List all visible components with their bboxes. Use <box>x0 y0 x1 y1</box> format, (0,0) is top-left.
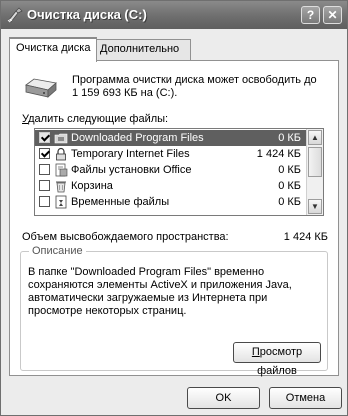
intro-text: Программа очистки диска может освободить… <box>72 74 317 99</box>
hard-drive-icon <box>25 78 57 98</box>
file-checkbox[interactable] <box>39 180 50 191</box>
file-checkbox[interactable] <box>39 196 50 207</box>
lock-icon <box>56 147 66 161</box>
space-label: Объем высвобождаемого пространства: <box>22 231 229 243</box>
close-button[interactable]: ✕ <box>323 6 342 24</box>
file-name: Downloaded Program Files <box>71 132 204 144</box>
file-size: 0 КБ <box>278 132 301 144</box>
office-icon <box>55 163 68 177</box>
folder-icon <box>54 133 68 144</box>
file-row-temporary-files[interactable]: Временные файлы 0 КБ <box>35 194 307 210</box>
file-name: Временные файлы <box>71 196 170 208</box>
file-checkbox[interactable] <box>39 132 50 143</box>
access-key-letter: П <box>251 346 260 358</box>
temp-files-icon <box>55 195 67 209</box>
disk-cleanup-icon <box>7 7 23 23</box>
description-group: Описание В папке "Downloaded Program Fil… <box>20 245 328 377</box>
ok-button[interactable]: OK <box>187 387 260 409</box>
file-checkbox[interactable] <box>39 148 50 159</box>
title-bar[interactable]: Очистка диска (C:) ? ✕ <box>1 1 347 29</box>
description-text: В папке "Downloaded Program Files" време… <box>28 266 292 317</box>
file-name: Temporary Internet Files <box>71 148 190 160</box>
file-size: 0 КБ <box>278 196 301 208</box>
file-row-temporary-internet-files[interactable]: Temporary Internet Files 1 424 КБ <box>35 146 307 162</box>
space-value: 1 424 КБ <box>283 231 328 243</box>
scroll-up-arrow-icon[interactable]: ▲ <box>308 130 322 145</box>
file-row-recycle-bin[interactable]: Корзина 0 КБ <box>35 178 307 194</box>
file-size: 0 КБ <box>278 180 301 192</box>
recycle-bin-icon <box>56 181 66 193</box>
file-name: Корзина <box>71 180 113 192</box>
disk-cleanup-window: Очистка диска (C:) ? ✕ Очистка диска Доп… <box>0 0 348 416</box>
scroll-thumb[interactable] <box>308 147 322 177</box>
scroll-down-arrow-icon[interactable]: ▼ <box>308 199 322 214</box>
list-scrollbar[interactable]: ▲ ▼ <box>306 129 323 215</box>
files-to-delete-label: Удалить следующие файлы: <box>22 113 168 125</box>
file-row-downloaded-program-files[interactable]: Downloaded Program Files 0 КБ <box>35 130 307 146</box>
tab-disk-cleanup[interactable]: Очистка диска <box>9 37 97 62</box>
window-title: Очистка диска (C:) <box>27 7 147 22</box>
file-name: Файлы установки Office <box>71 164 192 176</box>
description-title: Описание <box>29 245 86 257</box>
tab-more-options[interactable]: Дополнительно <box>93 39 191 60</box>
view-files-label: росмотр файлов <box>257 346 303 377</box>
view-files-button[interactable]: Просмотр файлов <box>233 342 321 377</box>
file-checkbox[interactable] <box>39 164 50 175</box>
files-to-delete-text: далить следующие файлы: <box>28 113 169 125</box>
help-button[interactable]: ? <box>301 6 320 24</box>
file-row-office-setup-files[interactable]: Файлы установки Office 0 КБ <box>35 162 307 178</box>
file-size: 0 КБ <box>278 164 301 176</box>
file-size: 1 424 КБ <box>256 148 301 160</box>
cancel-button[interactable]: Отмена <box>269 387 342 409</box>
tab-panel: Программа очистки диска может освободить… <box>9 60 339 377</box>
files-listbox[interactable]: Downloaded Program Files 0 КБ Temporary … <box>34 128 324 216</box>
